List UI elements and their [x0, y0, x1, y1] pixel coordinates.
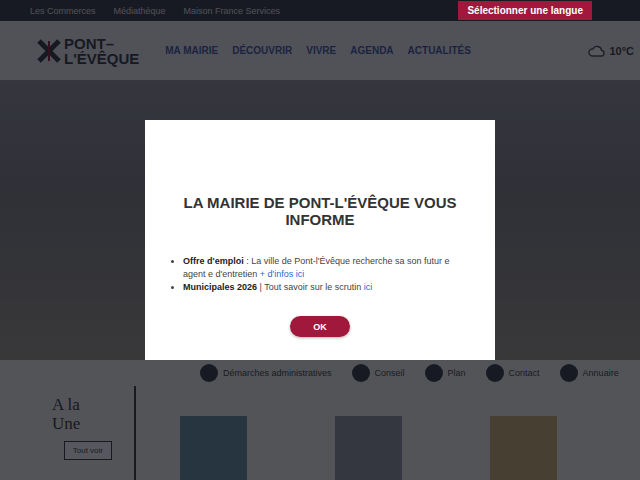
page: Les CommercesMédiathèqueMaison France Se… [0, 0, 640, 480]
modal-item: Offre d'emploi : La ville de Pont-l'Évêq… [183, 255, 467, 281]
info-link[interactable]: + d'infos ici [260, 269, 305, 279]
info-modal: LA MAIRIE DE PONT-L'ÉVÊQUE VOUS INFORME O… [145, 120, 495, 360]
modal-item: Municipales 2026 | Tout savoir sur le sc… [183, 281, 467, 294]
modal-list: Offre d'emploi : La ville de Pont-l'Évêq… [173, 255, 467, 294]
language-button[interactable]: Sélectionner une langue [458, 1, 592, 20]
modal-title: LA MAIRIE DE PONT-L'ÉVÊQUE VOUS INFORME [175, 194, 465, 228]
ok-button[interactable]: OK [290, 316, 350, 337]
info-link[interactable]: ici [364, 282, 373, 292]
